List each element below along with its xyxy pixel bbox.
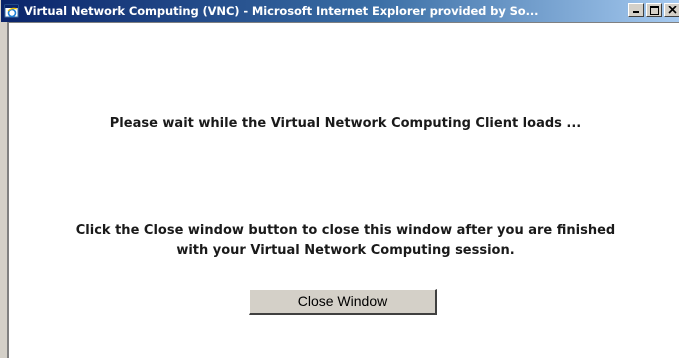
caption-buttons — [628, 3, 679, 17]
window-title: Virtual Network Computing (VNC) - Micros… — [24, 4, 539, 18]
close-button[interactable] — [664, 3, 679, 17]
minimize-button[interactable] — [628, 3, 644, 17]
maximize-button[interactable] — [646, 3, 662, 17]
close-instructions: Click the Close window button to close t… — [9, 221, 679, 261]
close-instructions-line-2: with your Virtual Network Computing sess… — [176, 243, 515, 258]
close-instructions-line-1: Click the Close window button to close t… — [75, 223, 616, 238]
browser-window: Virtual Network Computing (VNC) - Micros… — [0, 0, 679, 358]
close-window-button[interactable]: Close Window — [249, 289, 437, 315]
page-content: Please wait while the Virtual Network Co… — [7, 22, 679, 358]
internet-explorer-icon[interactable] — [4, 3, 20, 19]
close-icon — [668, 6, 677, 14]
loading-message: Please wait while the Virtual Network Co… — [109, 116, 582, 131]
title-bar[interactable]: Virtual Network Computing (VNC) - Micros… — [1, 0, 679, 22]
